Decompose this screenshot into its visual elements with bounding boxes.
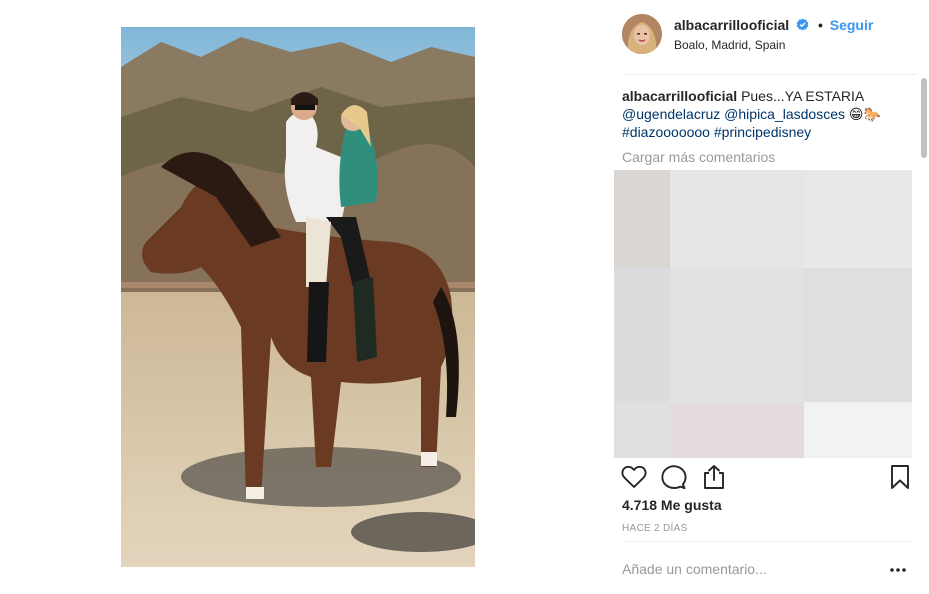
avatar[interactable]	[622, 14, 662, 54]
more-options-icon[interactable]	[888, 560, 908, 580]
header-user-line: albacarrillooficial • Seguir	[674, 17, 873, 33]
pixel-tile	[614, 268, 670, 402]
load-more-comments[interactable]: Cargar más comentarios	[622, 149, 775, 165]
mention-link[interactable]: @ugendelacruz	[622, 106, 720, 122]
username-link[interactable]: albacarrillooficial	[674, 17, 789, 33]
separator-dot: •	[817, 17, 823, 33]
hashtag-link[interactable]: #diazooooooo	[622, 124, 710, 140]
post-caption: albacarrillooficial Pues...YA ESTARIA @u…	[622, 87, 912, 141]
comment-bubble-icon[interactable]	[660, 463, 688, 491]
post-side-panel: albacarrillooficial • Seguir Boalo, Madr…	[614, 0, 929, 594]
scrollbar-thumb[interactable]	[921, 78, 927, 158]
post-timestamp[interactable]: HACE 2 DÍAS	[622, 523, 688, 534]
post-actions	[620, 460, 912, 494]
photo-illustration	[121, 27, 475, 567]
verified-badge-icon	[796, 18, 809, 31]
pixel-tile	[670, 170, 804, 268]
post-header: albacarrillooficial • Seguir Boalo, Madr…	[622, 14, 912, 56]
pixelated-comments-area	[614, 170, 912, 458]
pixel-tile	[804, 402, 912, 458]
follow-button[interactable]: Seguir	[830, 17, 874, 33]
caption-text: Pues...YA ESTARIA	[741, 88, 865, 104]
mention-link[interactable]: @hipica_lasdosces	[724, 106, 845, 122]
pixel-tile	[670, 268, 804, 402]
hashtag-link[interactable]: #principedisney	[714, 124, 811, 140]
caption-emojis: 😁🐎	[848, 106, 881, 122]
pixel-tile	[614, 170, 670, 268]
bookmark-icon[interactable]	[886, 463, 914, 491]
pixel-tile	[670, 402, 804, 458]
share-icon[interactable]	[700, 463, 728, 491]
comment-divider	[622, 541, 912, 542]
comment-input[interactable]	[622, 558, 872, 580]
location-link[interactable]: Boalo, Madrid, Spain	[674, 38, 785, 52]
post-photo[interactable]	[121, 27, 475, 567]
header-divider	[622, 74, 917, 75]
pixel-tile	[804, 268, 912, 402]
avatar-image	[622, 14, 662, 54]
pixel-tile	[804, 170, 912, 268]
like-count[interactable]: 4.718 Me gusta	[622, 497, 722, 513]
caption-author[interactable]: albacarrillooficial	[622, 88, 737, 104]
heart-icon[interactable]	[620, 463, 648, 491]
comments-scrollbar[interactable]	[920, 76, 928, 458]
pixel-tile	[614, 402, 670, 458]
